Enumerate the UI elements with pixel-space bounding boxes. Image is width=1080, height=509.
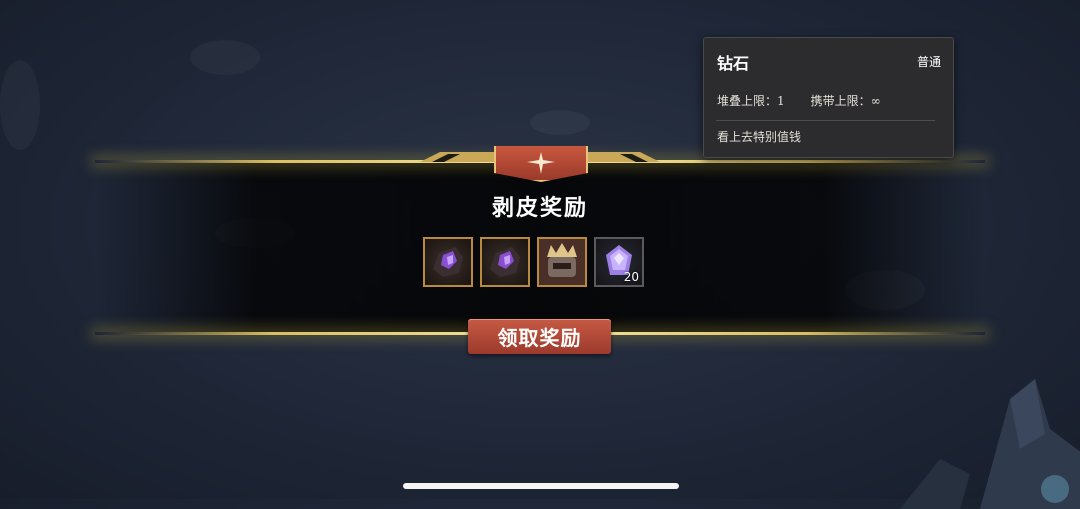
item-stats: 堆叠上限：1 携带上限：∞	[717, 92, 881, 109]
reward-item-list: 20	[423, 237, 644, 287]
item-tooltip: 钻石 普通 堆叠上限：1 携带上限：∞ 看上去特别值钱	[703, 37, 954, 158]
reward-item-slot[interactable]	[480, 237, 530, 287]
item-quantity: 20	[623, 270, 639, 284]
background-rock	[0, 60, 40, 150]
carry-limit: 携带上限：∞	[810, 94, 881, 108]
background-rock	[530, 110, 590, 135]
item-name: 钻石	[717, 54, 750, 73]
tooltip-divider	[716, 120, 935, 121]
item-description: 看上去特别值钱	[717, 130, 802, 144]
reward-item-slot[interactable]	[423, 237, 473, 287]
crown-helmet-icon	[539, 239, 585, 285]
reward-item-slot[interactable]	[537, 237, 587, 287]
home-indicator[interactable]	[403, 483, 679, 489]
reward-title: 剥皮奖励	[491, 195, 588, 221]
claim-reward-button[interactable]: 领取奖励	[468, 319, 611, 354]
cross-icon	[527, 152, 555, 174]
crystal-decoration-icon	[900, 379, 1080, 509]
stack-limit: 堆叠上限：1	[717, 94, 785, 108]
item-rarity: 普通	[916, 55, 941, 69]
purple-ore-icon	[433, 247, 463, 277]
reward-item-slot[interactable]: 20	[594, 237, 644, 287]
purple-ore-icon	[490, 247, 520, 277]
background-rock	[190, 40, 260, 75]
